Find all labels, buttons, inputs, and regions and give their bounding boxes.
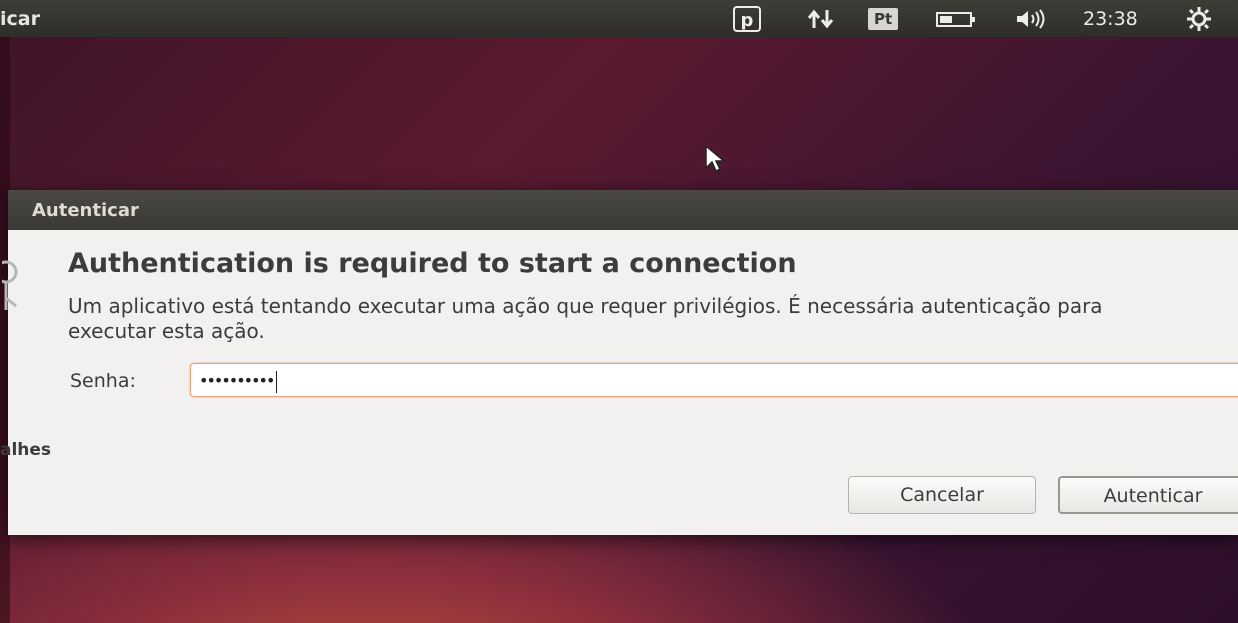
volume-icon[interactable] (1014, 0, 1050, 37)
network-icon[interactable] (806, 0, 836, 37)
top-panel: icar p Pt 23:38 (0, 0, 1238, 37)
text-caret (276, 370, 278, 393)
dialog-heading: Authentication is required to start a co… (68, 248, 797, 279)
password-field[interactable]: •••••••••• (190, 363, 1238, 397)
details-expander[interactable]: alhes (0, 440, 51, 460)
app-title: icar (0, 8, 40, 30)
battery-icon[interactable] (935, 0, 977, 37)
power-settings-icon[interactable] (1184, 0, 1214, 37)
authentication-dialog: Autenticar Authentication is required to… (0, 190, 1238, 535)
authenticate-button[interactable]: Autenticar (1058, 476, 1238, 514)
keyboard-layout-indicator[interactable]: Pt (868, 0, 899, 37)
clock[interactable]: 23:38 (1083, 0, 1138, 37)
dialog-message: Um aplicativo está tentando executar uma… (68, 294, 1103, 343)
dialog-title: Autenticar (8, 190, 1238, 230)
cancel-button[interactable]: Cancelar (848, 476, 1036, 514)
clock-label: 23:38 (1083, 7, 1138, 30)
password-label: Senha: (70, 370, 136, 392)
indicator-p-icon[interactable]: p (732, 0, 762, 37)
password-value: •••••••••• (199, 371, 275, 390)
mouse-pointer-icon (704, 144, 728, 178)
keyboard-layout-label: Pt (868, 7, 899, 30)
key-icon (0, 258, 32, 322)
svg-text:p: p (741, 10, 754, 31)
